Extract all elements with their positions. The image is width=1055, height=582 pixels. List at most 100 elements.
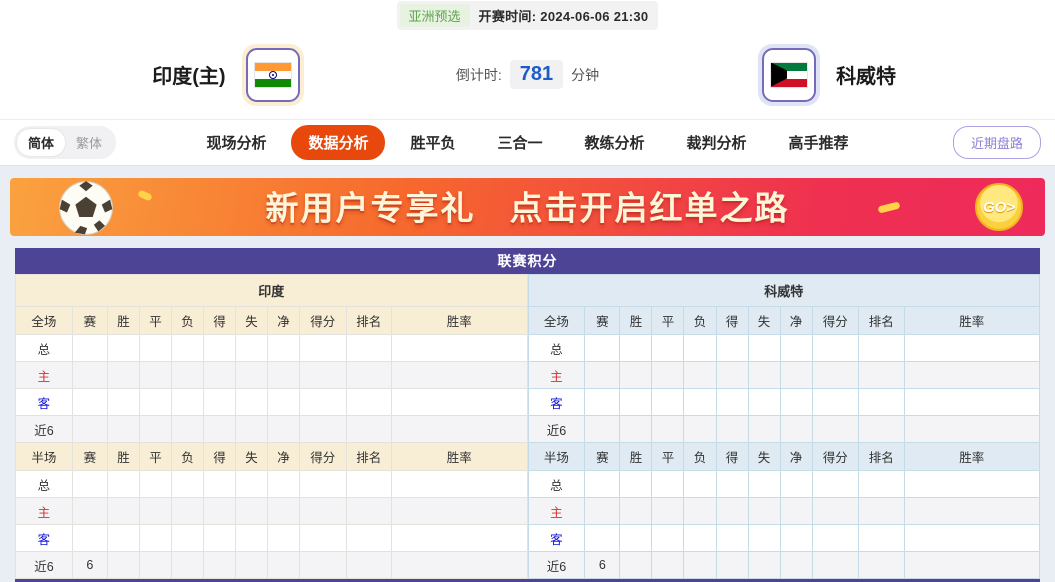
stat-cell [72, 389, 107, 416]
stat-cell [139, 552, 171, 579]
stat-cell [748, 471, 780, 498]
stat-cell [859, 498, 904, 525]
stat-cell [812, 335, 859, 362]
page-body: 新用户专享礼点击开启红单之路 GO> 联赛积分 印度全场赛胜平负得失净得分排名胜… [0, 166, 1055, 582]
column-header-cell: 失 [236, 443, 268, 471]
stat-cell [652, 498, 684, 525]
column-header-cell: 平 [652, 307, 684, 335]
row-label: 近6 [16, 552, 73, 579]
nav-tab-4[interactable]: 教练分析 [568, 125, 662, 160]
stat-cell [204, 335, 236, 362]
stat-cell [859, 552, 904, 579]
column-header-cell: 得 [204, 307, 236, 335]
column-header-cell: 得 [716, 443, 748, 471]
table-row: 总 [528, 335, 1040, 362]
column-header-cell: 净 [780, 443, 812, 471]
stat-cell [684, 416, 716, 443]
row-label: 主 [16, 498, 73, 525]
stat-cell [620, 552, 652, 579]
stat-cell [780, 498, 812, 525]
away-team-table: 科威特全场赛胜平负得失净得分排名胜率总主客近6半场赛胜平负得失净得分排名胜率总主… [528, 274, 1041, 579]
match-header: 印度(主) 倒计时: 781 分钟 科威特 [0, 30, 1055, 120]
stat-cell [139, 389, 171, 416]
stat-cell: 6 [72, 552, 107, 579]
column-header-cell: 失 [236, 307, 268, 335]
stat-cell [204, 471, 236, 498]
column-header-cell: 负 [171, 443, 203, 471]
stat-cell [72, 525, 107, 552]
table-row: 客 [528, 389, 1040, 416]
stat-cell [904, 498, 1040, 525]
table-row: 近66 [16, 552, 528, 579]
scope-header-cell: 半场 [16, 443, 73, 471]
stat-cell [748, 416, 780, 443]
stat-cell [585, 498, 620, 525]
banner-text-right: 点击开启红单之路 [510, 190, 790, 227]
promo-banner[interactable]: 新用户专享礼点击开启红单之路 GO> [10, 178, 1045, 236]
team-name-row: 科威特 [528, 275, 1040, 307]
nav-tab-5[interactable]: 裁判分析 [670, 125, 764, 160]
table-row: 总 [16, 471, 528, 498]
stat-cell [812, 471, 859, 498]
nav-tab-0[interactable]: 现场分析 [189, 125, 283, 160]
stat-cell [392, 416, 528, 443]
stat-cell [812, 525, 859, 552]
stat-cell [585, 362, 620, 389]
column-header-cell: 得分 [812, 307, 859, 335]
stat-cell [904, 552, 1040, 579]
recent-trend-button[interactable]: 近期盘路 [953, 126, 1041, 159]
lang-option-0[interactable]: 简体 [17, 129, 65, 156]
column-header-cell: 平 [652, 443, 684, 471]
nav-tab-3[interactable]: 三合一 [480, 125, 559, 160]
away-flag-frame [758, 44, 820, 106]
lang-option-1[interactable]: 繁体 [65, 129, 113, 156]
stat-cell [392, 389, 528, 416]
go-button[interactable]: GO> [975, 183, 1023, 231]
column-header-cell: 负 [684, 307, 716, 335]
stat-cell [904, 525, 1040, 552]
stat-cell [171, 335, 203, 362]
stat-cell [139, 498, 171, 525]
stat-cell [585, 416, 620, 443]
stat-cell [107, 335, 139, 362]
stat-cell [268, 552, 300, 579]
column-header-cell: 得分 [300, 443, 347, 471]
stat-cell [236, 335, 268, 362]
stat-cell [392, 525, 528, 552]
stat-cell [812, 362, 859, 389]
stat-cell [139, 362, 171, 389]
row-label: 客 [528, 389, 585, 416]
stat-cell [620, 471, 652, 498]
stat-cell [236, 389, 268, 416]
stat-cell [716, 525, 748, 552]
stat-cell [72, 335, 107, 362]
column-header-cell: 胜 [107, 443, 139, 471]
stat-cell [268, 471, 300, 498]
column-header-row: 半场赛胜平负得失净得分排名胜率 [16, 443, 528, 471]
stat-cell [139, 525, 171, 552]
kickoff-value: 2024-06-06 21:30 [540, 9, 648, 24]
table-row: 近66 [528, 552, 1040, 579]
stat-cell [904, 389, 1040, 416]
india-flag-icon [254, 62, 292, 88]
row-label: 客 [16, 525, 73, 552]
lang-toggle[interactable]: 简体繁体 [14, 126, 116, 159]
nav-tab-2[interactable]: 胜平负 [393, 125, 472, 160]
stat-cell [812, 552, 859, 579]
league-badge: 亚洲预选 [400, 4, 470, 27]
row-label: 主 [16, 362, 73, 389]
stat-cell [236, 416, 268, 443]
stat-cell [139, 416, 171, 443]
stat-cell [268, 362, 300, 389]
nav-tab-6[interactable]: 高手推荐 [772, 125, 866, 160]
stat-cell [107, 498, 139, 525]
kickoff-time: 开赛时间: 2024-06-06 21:30 [479, 6, 649, 25]
stat-cell: 6 [585, 552, 620, 579]
nav-tab-1[interactable]: 数据分析 [291, 125, 385, 160]
column-header-cell: 净 [780, 307, 812, 335]
column-header-cell: 失 [748, 307, 780, 335]
stat-cell [716, 416, 748, 443]
stat-cell [300, 552, 347, 579]
row-label: 客 [528, 525, 585, 552]
stat-cell [716, 362, 748, 389]
